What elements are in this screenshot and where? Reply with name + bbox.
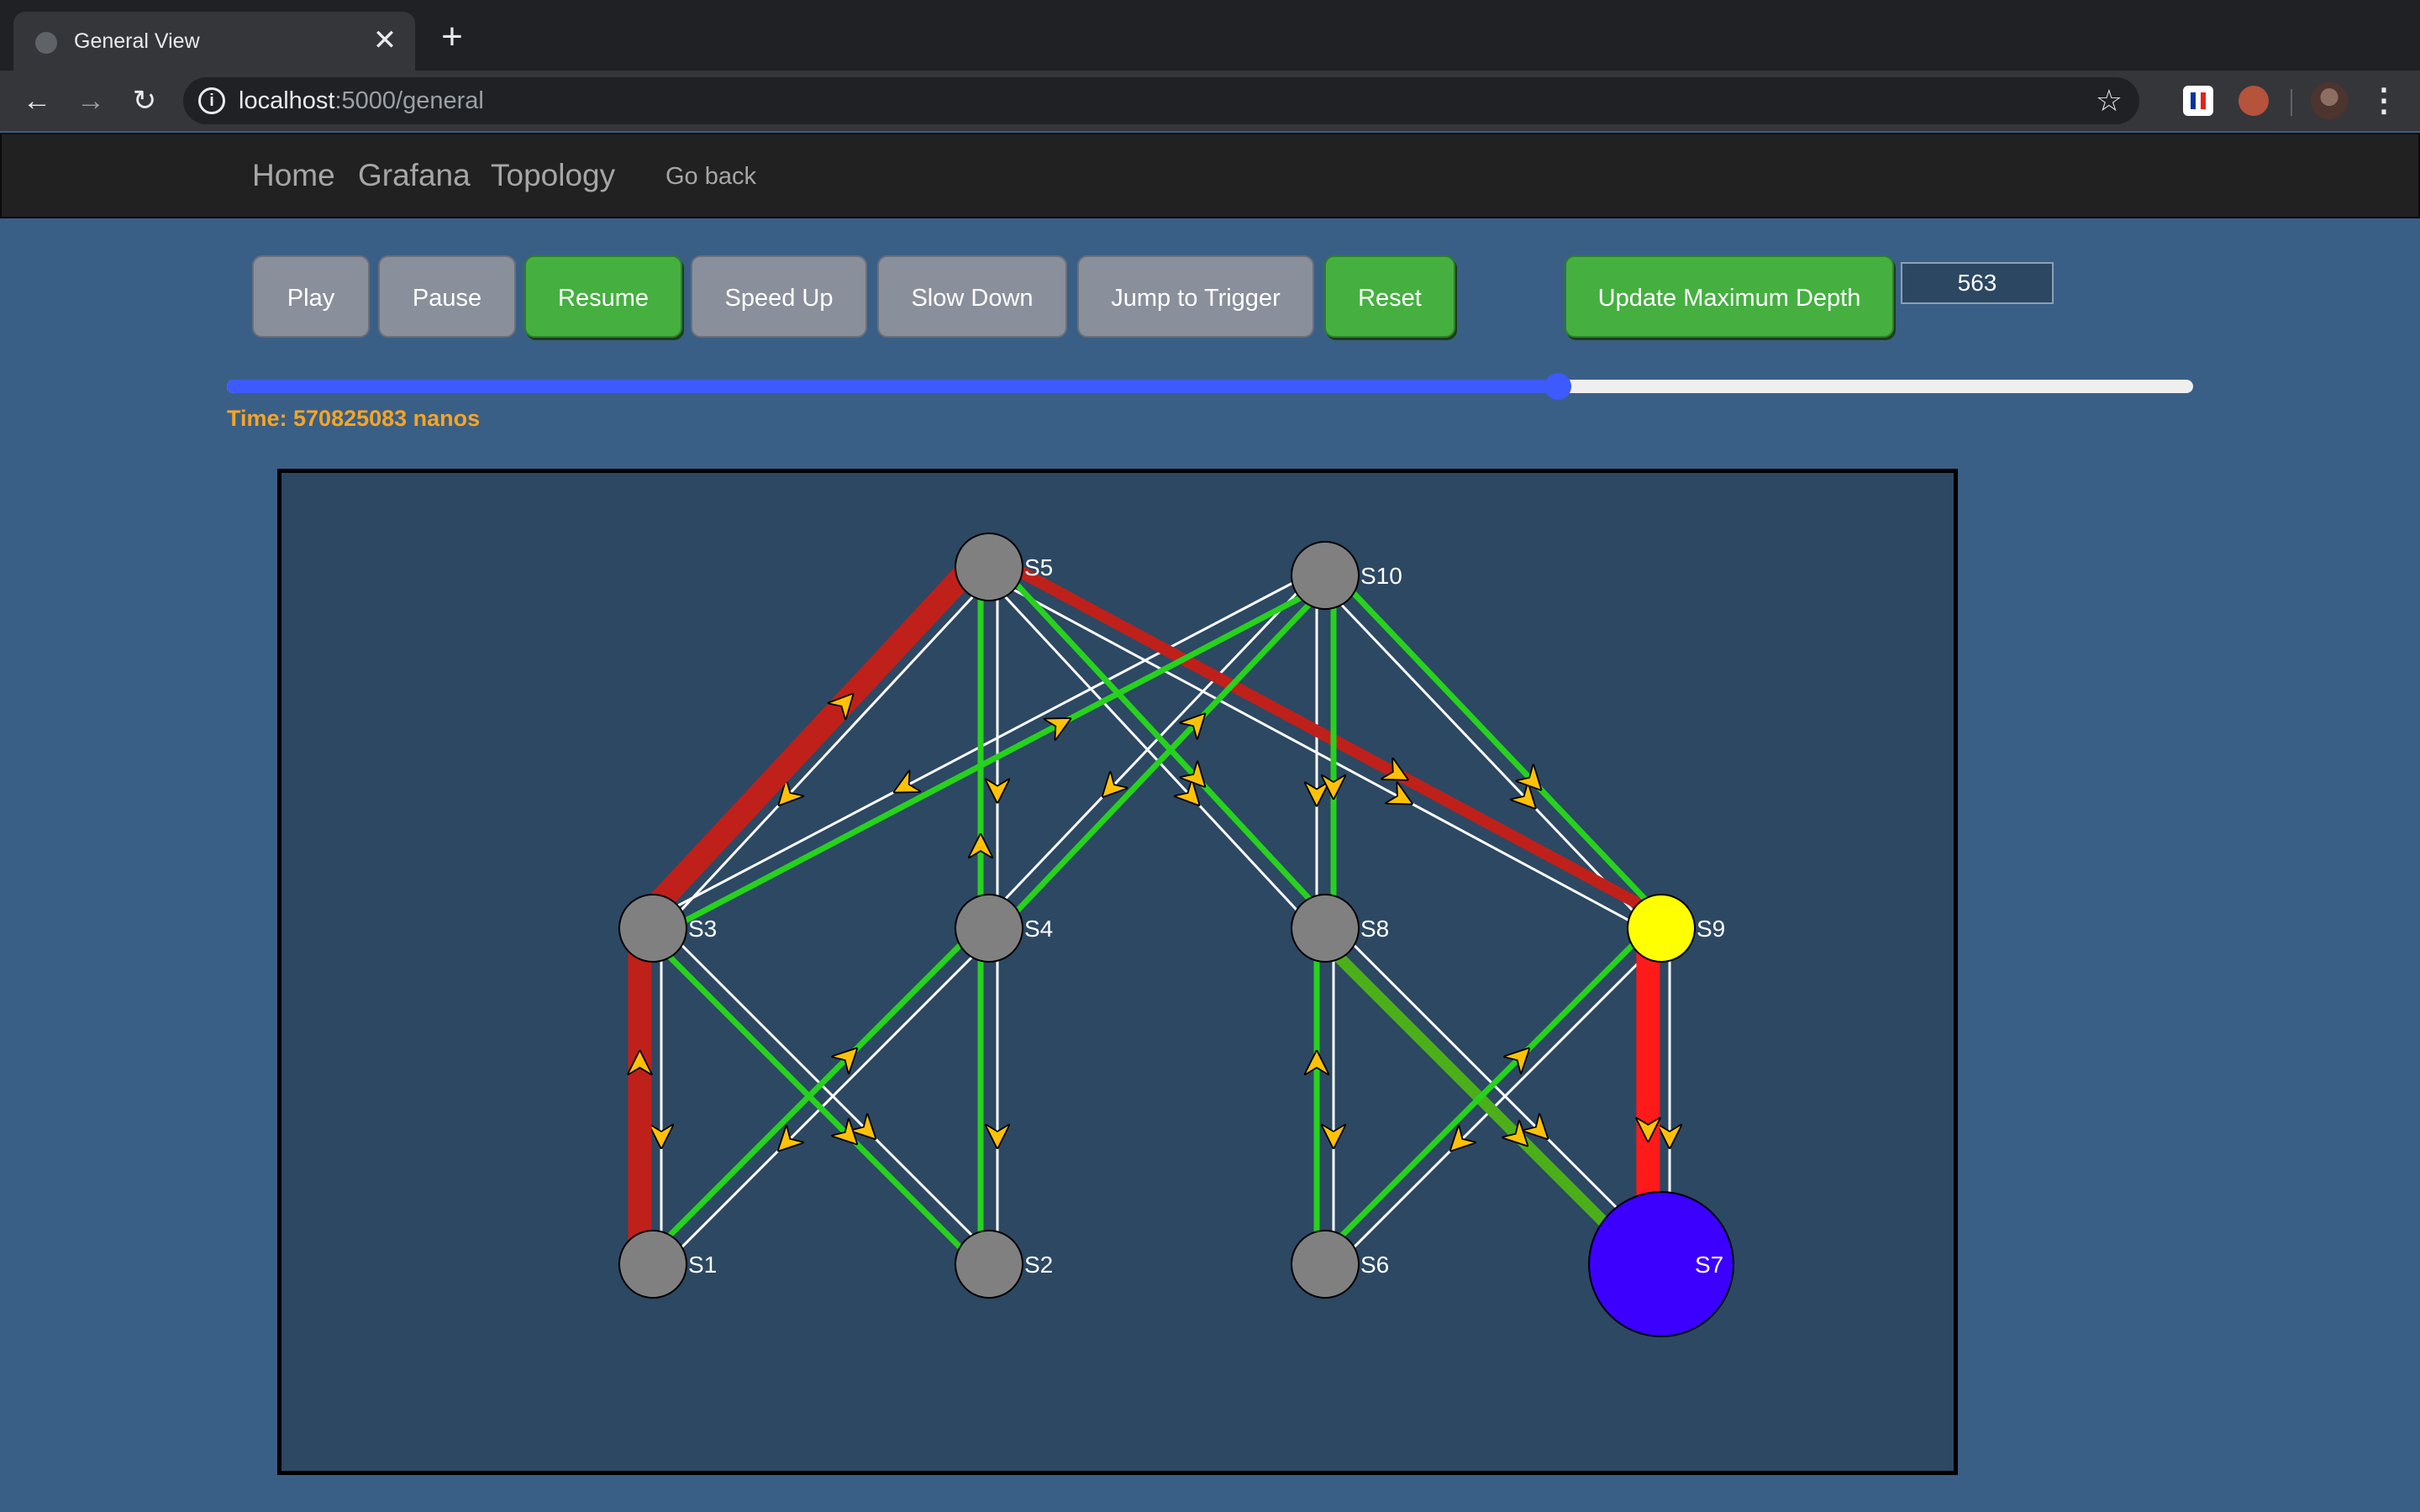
site-info-icon[interactable]: i (198, 87, 225, 114)
slider-fill (227, 380, 1559, 393)
link-S3-S2 (658, 921, 997, 1259)
url-path: :5000/general (334, 87, 484, 114)
node-label-s2: S2 (1024, 1252, 1053, 1278)
flow-S5-S8 (992, 559, 1334, 925)
browser-tab[interactable]: General View ✕ (13, 12, 415, 71)
profile-avatar[interactable] (2311, 82, 2348, 119)
extension-flag-icon[interactable] (2183, 86, 2213, 116)
link-S10-S4 (981, 569, 1320, 924)
node-label-s6: S6 (1360, 1252, 1389, 1278)
new-tab-button[interactable]: + (434, 18, 471, 55)
node-s4[interactable] (955, 894, 1023, 963)
address-bar[interactable]: i localhost:5000/general ☆ (183, 77, 2139, 124)
node-s9[interactable] (1627, 894, 1696, 963)
resume-button[interactable]: Resume (524, 255, 682, 338)
maximum-depth-input[interactable]: 563 (1901, 262, 2054, 304)
node-label-s7: S7 (1695, 1252, 1723, 1278)
flow-S3-S2 (644, 932, 986, 1273)
slow-down-button[interactable]: Slow Down (877, 255, 1067, 338)
url-host: localhost (239, 87, 335, 114)
extension-glasses-icon[interactable] (2238, 86, 2269, 116)
link-S5-S3 (658, 571, 997, 935)
link-S10-S3 (648, 566, 1323, 922)
speed-up-button[interactable]: Speed Up (691, 255, 867, 338)
flow-S10-S9 (1328, 567, 1670, 925)
flow-S3-S5 (634, 549, 988, 927)
link-S4-S1 (658, 933, 997, 1272)
tab-title: General View (74, 29, 200, 53)
node-s10[interactable] (1291, 541, 1360, 610)
flow-S4-S10 (992, 579, 1334, 937)
node-label-s3: S3 (688, 916, 717, 942)
node-label-s5: S5 (1024, 554, 1053, 580)
node-s2[interactable] (955, 1230, 1023, 1299)
flow-S6-S9 (1317, 920, 1658, 1261)
bookmark-star-icon[interactable]: ☆ (2096, 82, 2123, 119)
globe-icon (35, 32, 57, 54)
back-arrow-icon[interactable]: ← (18, 82, 55, 119)
update-maximum-depth-button[interactable]: Update Maximum Depth (1565, 255, 1894, 338)
forward-arrow-icon[interactable]: → (72, 82, 109, 119)
flow-S5-S9 (991, 552, 1670, 924)
link-S5-S8 (981, 571, 1320, 935)
toolbar-separator (2291, 89, 2292, 116)
topology-graph: S5 S10 S3 S4 S8 S9 S1 S2 S6 S7 (277, 469, 1958, 1475)
node-label-s8: S8 (1360, 916, 1389, 942)
node-s3[interactable] (618, 894, 687, 963)
nav-grafana-link[interactable]: Grafana (358, 156, 471, 195)
flow-S1-S4 (644, 920, 986, 1261)
play-button[interactable]: Play (252, 255, 370, 338)
link-S5-S9 (984, 573, 1658, 937)
url-text[interactable]: localhost:5000/general (239, 86, 484, 116)
topology-svg: S5 S10 S3 S4 S8 S9 S1 S2 S6 S7 (618, 533, 1734, 1337)
node-s5[interactable] (955, 533, 1023, 601)
browser-tab-strip: General View ✕ + (0, 0, 2420, 71)
slider-thumb[interactable] (1544, 373, 1572, 400)
node-label-s9: S9 (1697, 916, 1725, 942)
node-s6[interactable] (1291, 1230, 1360, 1299)
close-tab-icon[interactable]: ✕ (368, 24, 402, 57)
reset-button[interactable]: Reset (1324, 255, 1455, 338)
node-label-s10: S10 (1360, 563, 1402, 589)
node-s1[interactable] (618, 1230, 687, 1299)
nav-home-link[interactable]: Home (252, 156, 335, 195)
time-label: Time: 570825083 nanos (227, 406, 481, 431)
node-label-s4: S4 (1024, 916, 1053, 942)
app-navbar: Home Grafana Topology Go back (0, 133, 2420, 218)
pause-button[interactable]: Pause (378, 255, 516, 338)
flow-S3-S10 (655, 580, 1331, 938)
node-label-s1: S1 (688, 1252, 717, 1278)
timeline-slider[interactable] (227, 373, 2193, 400)
reload-icon[interactable]: ↻ (126, 82, 163, 119)
nav-topology-link[interactable]: Topology (491, 156, 615, 195)
jump-to-trigger-button[interactable]: Jump to Trigger (1077, 255, 1314, 338)
node-s8[interactable] (1291, 894, 1360, 963)
go-back-link[interactable]: Go back (666, 161, 756, 192)
browser-menu-icon[interactable]: ⋮ (2368, 82, 2400, 119)
browser-toolbar: ← → ↻ i localhost:5000/general ☆ (0, 71, 2420, 131)
